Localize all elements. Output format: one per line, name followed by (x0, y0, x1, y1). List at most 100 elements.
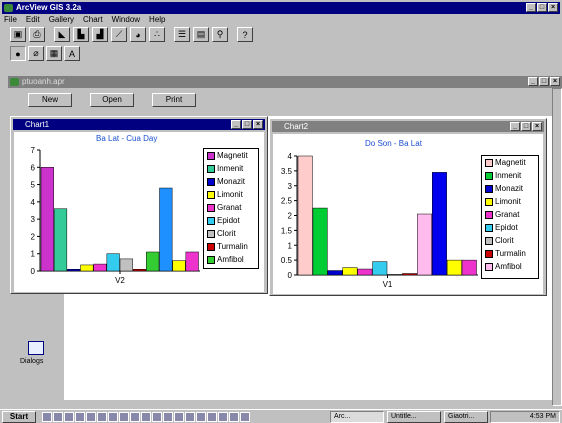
chart-bar-button[interactable]: ▙ (73, 27, 89, 42)
project-maximize-button[interactable]: □ (539, 77, 549, 86)
legend-label: Magnetit (217, 151, 248, 160)
quick-launch-icon[interactable] (86, 412, 96, 422)
project-title-bar[interactable]: ptuoanh.apr _ □ × (8, 76, 562, 88)
chart2-close-button[interactable]: × (532, 122, 542, 131)
legend-swatch (207, 229, 215, 238)
bar (417, 213, 432, 276)
legend-swatch (485, 171, 493, 180)
quick-launch-icon[interactable] (207, 412, 217, 422)
task-untitled[interactable]: Untitle... (387, 411, 441, 423)
erase-tool[interactable]: ⌀ (28, 46, 44, 61)
close-button[interactable]: × (548, 3, 558, 12)
chart-xy-button[interactable]: ∴ (149, 27, 165, 42)
dialogs-icon[interactable] (28, 341, 44, 355)
help-button[interactable]: ? (237, 27, 253, 42)
legend-swatch (207, 255, 215, 264)
quick-launch-icon[interactable] (174, 412, 184, 422)
vertical-scrollbar[interactable] (552, 88, 562, 406)
quick-launch-icon[interactable] (108, 412, 118, 422)
quick-launch-icon[interactable] (64, 412, 74, 422)
chart-element-button[interactable]: ▤ (193, 27, 209, 42)
minimize-button[interactable]: _ (526, 3, 536, 12)
legend-label: Inmenit (217, 164, 244, 173)
project-close-button[interactable]: × (550, 77, 560, 86)
quick-launch-icon[interactable] (75, 412, 85, 422)
open-button[interactable]: Open (90, 93, 134, 107)
chart2-title-bar[interactable]: Chart2 _ □ × (272, 121, 544, 132)
tool-bar: ● ⌀ ▦ A (10, 46, 80, 62)
print-doc-button[interactable]: Print (152, 93, 196, 107)
legend-entry: Monazit (204, 175, 258, 188)
column-chart-icon: ▟ (96, 29, 104, 39)
quick-launch-icon[interactable] (163, 412, 173, 422)
bar (185, 251, 199, 272)
print-button[interactable]: ⎙ (29, 27, 45, 42)
quick-launch-icon[interactable] (185, 412, 195, 422)
globe-icon (4, 4, 13, 12)
legend-label: Epidot (217, 216, 240, 225)
bar (402, 273, 418, 276)
start-button[interactable]: Start (2, 411, 36, 423)
maximize-button[interactable]: □ (537, 3, 547, 12)
task-arcview[interactable]: Arc... (330, 411, 384, 423)
bar (159, 187, 173, 272)
quick-launch-icon[interactable] (42, 412, 52, 422)
app-title-bar[interactable]: ArcView GIS 3.2a _ □ × (2, 2, 560, 14)
chart-line-button[interactable]: ⟋ (111, 27, 127, 42)
save-project-button[interactable]: ▣ (10, 27, 26, 42)
quick-launch-icon[interactable] (53, 412, 63, 422)
bar-chart-icon: ▙ (77, 29, 85, 39)
new-button[interactable]: New (28, 93, 72, 107)
quick-launch-icon[interactable] (141, 412, 151, 422)
chart1-title-bar[interactable]: Chart1 _ □ × (13, 119, 265, 130)
bar (372, 261, 388, 276)
find-button[interactable]: ⚲ (212, 27, 228, 42)
y-tick-label: 5 (31, 181, 36, 190)
menu-gallery[interactable]: Gallery (49, 15, 74, 25)
chart2-plot-area: Do Son - Ba Lat 0 0.5 1 1.5 2 2.5 3 3.5 4 V1 Magn… (273, 134, 543, 294)
menu-chart[interactable]: Chart (83, 15, 103, 25)
text-tool[interactable]: A (64, 46, 80, 61)
project-minimize-button[interactable]: _ (528, 77, 538, 86)
chart-pie-button[interactable]: ◕ (130, 27, 146, 42)
legend-swatch (485, 197, 493, 206)
bar (461, 259, 477, 276)
task-giaotrinh[interactable]: Giaotri... (444, 411, 488, 423)
bar (387, 274, 403, 276)
legend-entry: Inmenit (204, 162, 258, 175)
identify-tool[interactable]: ● (10, 46, 26, 61)
legend-entry: Turmalin (204, 240, 258, 253)
quick-launch-icon[interactable] (218, 412, 228, 422)
chart1-minimize-button[interactable]: _ (231, 120, 241, 129)
bar (327, 270, 343, 276)
bar (80, 264, 94, 272)
dialogs-label[interactable]: Dialogs (20, 358, 43, 365)
legend-entry: Clorit (204, 227, 258, 240)
chart-properties-button[interactable]: ☰ (174, 27, 190, 42)
quick-launch-icon[interactable] (229, 412, 239, 422)
legend-entry: Epidot (204, 214, 258, 227)
series-tool[interactable]: ▦ (46, 46, 62, 61)
chart1-close-button[interactable]: × (253, 120, 263, 129)
bar (172, 260, 186, 272)
chart-area-button[interactable]: ◣ (54, 27, 70, 42)
legend-entry: Epidot (482, 221, 538, 234)
menu-help[interactable]: Help (149, 15, 165, 25)
arcview-application: ArcView GIS 3.2a _ □ × File Edit Gallery… (0, 0, 562, 423)
quick-launch-icon[interactable] (119, 412, 129, 422)
legend-swatch (485, 249, 493, 258)
menu-window[interactable]: Window (112, 15, 140, 25)
chart2-maximize-button[interactable]: □ (521, 122, 531, 131)
legend-label: Clorit (495, 236, 514, 245)
quick-launch-icon[interactable] (130, 412, 140, 422)
quick-launch-icon[interactable] (240, 412, 250, 422)
quick-launch-icon[interactable] (152, 412, 162, 422)
quick-launch-icon[interactable] (97, 412, 107, 422)
chart-column-button[interactable]: ▟ (92, 27, 108, 42)
chart1-legend: Magnetit Inmenit Monazit Limonit Granat Epido… (203, 148, 259, 269)
menu-file[interactable]: File (4, 15, 17, 25)
chart1-maximize-button[interactable]: □ (242, 120, 252, 129)
chart2-minimize-button[interactable]: _ (510, 122, 520, 131)
quick-launch-icon[interactable] (196, 412, 206, 422)
menu-edit[interactable]: Edit (26, 15, 40, 25)
